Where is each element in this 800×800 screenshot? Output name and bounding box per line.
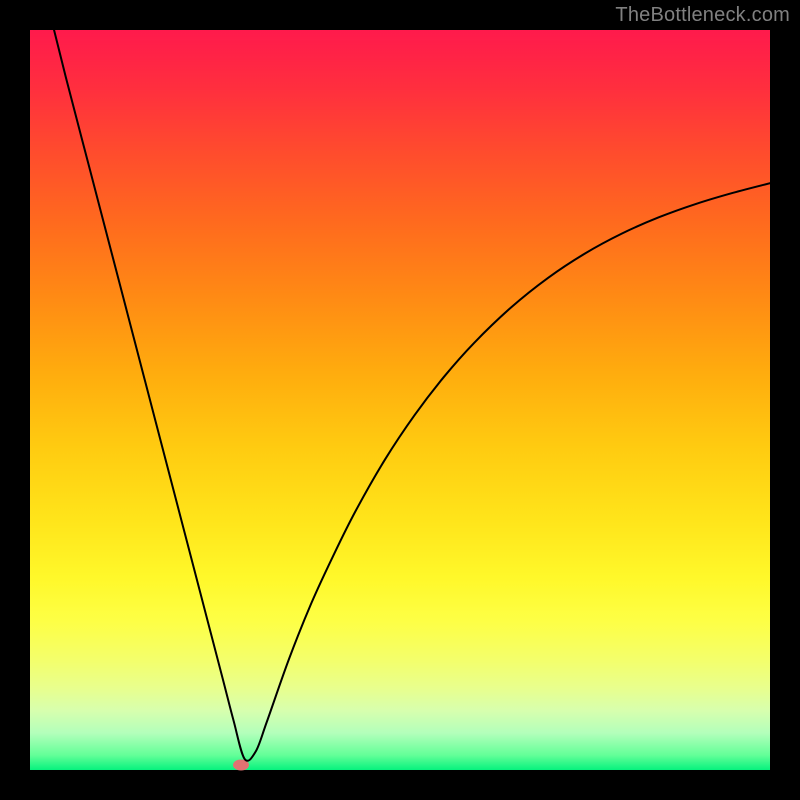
bottleneck-curve xyxy=(52,30,770,761)
plot-area xyxy=(30,30,770,770)
curve-svg xyxy=(30,30,770,770)
chart-frame: TheBottleneck.com xyxy=(0,0,800,800)
watermark-text: TheBottleneck.com xyxy=(615,4,790,27)
